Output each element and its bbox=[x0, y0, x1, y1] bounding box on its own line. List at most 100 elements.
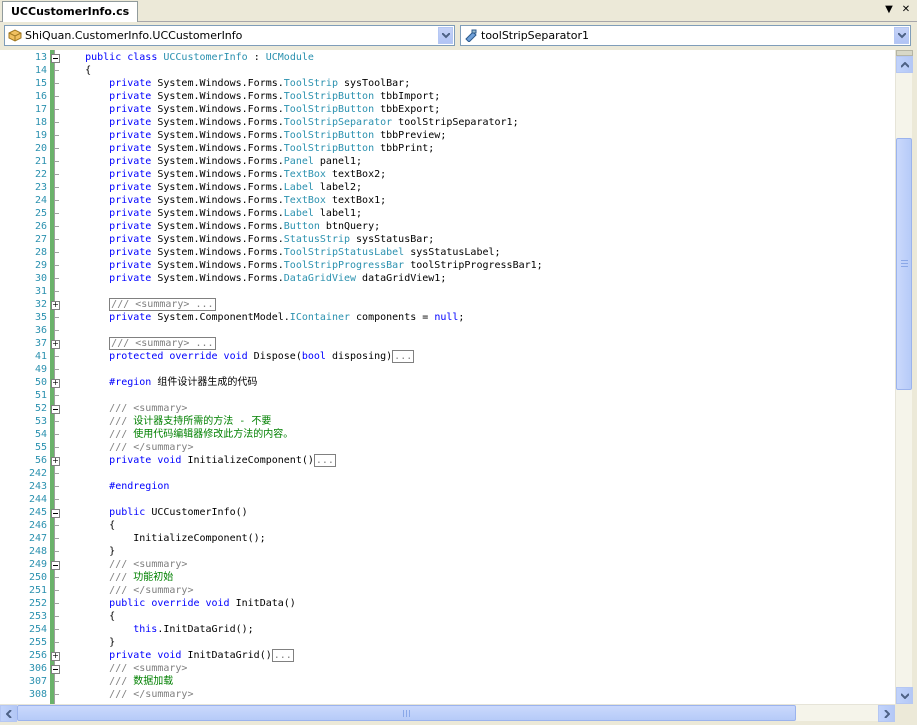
scroll-up-button[interactable] bbox=[896, 56, 913, 73]
document-tab[interactable]: UCCustomerInfo.cs bbox=[2, 1, 139, 22]
code-line[interactable]: 18 private System.Windows.Forms.ToolStri… bbox=[0, 116, 895, 129]
code-line[interactable]: 19 private System.Windows.Forms.ToolStri… bbox=[0, 129, 895, 142]
code-line[interactable]: 245 public UCCustomerInfo() bbox=[0, 506, 895, 519]
line-number: 247 bbox=[28, 533, 47, 544]
code-line[interactable]: 252 public override void InitData() bbox=[0, 597, 895, 610]
expand-outline-icon[interactable]: + bbox=[51, 301, 60, 310]
code-token: Button bbox=[283, 221, 320, 232]
outline-tick bbox=[55, 174, 59, 175]
scroll-left-button[interactable] bbox=[0, 705, 17, 722]
expand-outline-icon[interactable]: + bbox=[51, 379, 60, 388]
code-line[interactable]: 247 InitializeComponent(); bbox=[0, 532, 895, 545]
code-line[interactable]: 26 private System.Windows.Forms.Button b… bbox=[0, 220, 895, 233]
code-token: private bbox=[109, 195, 158, 206]
horizontal-scroll-thumb[interactable] bbox=[17, 705, 796, 721]
code-line[interactable]: 242 bbox=[0, 467, 895, 480]
code-text: /// <summary> bbox=[61, 662, 187, 675]
collapse-outline-icon[interactable] bbox=[51, 665, 60, 674]
code-line[interactable]: 248 } bbox=[0, 545, 895, 558]
code-line[interactable]: 29 private System.Windows.Forms.ToolStri… bbox=[0, 259, 895, 272]
outline-tick bbox=[55, 603, 59, 604]
code-line[interactable]: 14 { bbox=[0, 64, 895, 77]
collapsed-region-marker[interactable]: ... bbox=[313, 454, 336, 467]
code-line[interactable]: 25 private System.Windows.Forms.Label la… bbox=[0, 207, 895, 220]
code-line[interactable]: 249 /// <summary> bbox=[0, 558, 895, 571]
code-line[interactable]: 13 public class UCCustomerInfo : UCModul… bbox=[0, 51, 895, 64]
code-line[interactable]: 30 private System.Windows.Forms.DataGrid… bbox=[0, 272, 895, 285]
expand-outline-icon[interactable]: + bbox=[51, 652, 60, 661]
code-line[interactable]: 246 { bbox=[0, 519, 895, 532]
outline-tick bbox=[55, 330, 59, 331]
code-line[interactable]: 253 { bbox=[0, 610, 895, 623]
collapse-outline-icon[interactable] bbox=[51, 405, 60, 414]
code-text: { bbox=[61, 610, 115, 623]
code-line[interactable]: 54 /// 使用代码编辑器修改此方法的内容。 bbox=[0, 428, 895, 441]
code-line[interactable]: 23 private System.Windows.Forms.Label la… bbox=[0, 181, 895, 194]
code-line[interactable]: 24 private System.Windows.Forms.TextBox … bbox=[0, 194, 895, 207]
code-line[interactable]: 307 /// 数据加载 bbox=[0, 675, 895, 688]
code-token: { bbox=[61, 520, 116, 531]
expand-outline-icon[interactable]: + bbox=[51, 340, 60, 349]
code-line[interactable]: 55 /// </summary> bbox=[0, 441, 895, 454]
tab-list-dropdown-icon[interactable]: ▼ bbox=[882, 3, 896, 17]
collapse-outline-icon[interactable] bbox=[51, 54, 60, 63]
expand-outline-icon[interactable]: + bbox=[51, 457, 60, 466]
code-line[interactable]: 41 protected override void Dispose(bool … bbox=[0, 350, 895, 363]
code-token: private bbox=[109, 182, 158, 193]
collapse-outline-icon[interactable] bbox=[51, 561, 60, 570]
outline-tick bbox=[55, 473, 59, 474]
member-combo[interactable]: toolStripSeparator1 bbox=[460, 25, 911, 46]
code-line[interactable]: 21 private System.Windows.Forms.Panel pa… bbox=[0, 155, 895, 168]
code-line[interactable]: 35 private System.ComponentModel.IContai… bbox=[0, 311, 895, 324]
code-line[interactable]: 51 bbox=[0, 389, 895, 402]
vertical-scroll-thumb[interactable] bbox=[896, 138, 912, 390]
code-line[interactable]: 36 bbox=[0, 324, 895, 337]
scroll-down-button[interactable] bbox=[896, 687, 913, 704]
code-line[interactable]: 255 } bbox=[0, 636, 895, 649]
code-line[interactable]: 50 #region 组件设计器生成的代码 bbox=[0, 376, 895, 389]
code-line[interactable]: 244 bbox=[0, 493, 895, 506]
code-line[interactable]: 56 private void InitializeComponent()... bbox=[0, 454, 895, 467]
collapse-outline-icon[interactable] bbox=[51, 509, 60, 518]
code-line[interactable]: 32 /// <summary> ... bbox=[0, 298, 895, 311]
code-token: System.Windows.Forms. bbox=[157, 195, 284, 206]
code-line[interactable]: 28 private System.Windows.Forms.ToolStri… bbox=[0, 246, 895, 259]
code-token: /// <summary> bbox=[109, 559, 188, 570]
code-token: protected override void bbox=[109, 351, 254, 362]
code-line[interactable]: 53 /// 设计器支持所需的方法 - 不要 bbox=[0, 415, 895, 428]
code-line[interactable]: 20 private System.Windows.Forms.ToolStri… bbox=[0, 142, 895, 155]
collapsed-region-marker[interactable]: ... bbox=[271, 649, 294, 662]
code-line[interactable]: 49 bbox=[0, 363, 895, 376]
code-line[interactable]: 308 /// </summary> bbox=[0, 688, 895, 701]
outline-tick bbox=[55, 629, 59, 630]
code-line[interactable]: 250 /// 功能初始 bbox=[0, 571, 895, 584]
code-line[interactable]: 15 private System.Windows.Forms.ToolStri… bbox=[0, 77, 895, 90]
code-line[interactable]: 52 /// <summary> bbox=[0, 402, 895, 415]
code-line[interactable]: 16 private System.Windows.Forms.ToolStri… bbox=[0, 90, 895, 103]
code-line[interactable]: 251 /// </summary> bbox=[0, 584, 895, 597]
code-editor[interactable]: 13 public class UCCustomerInfo : UCModul… bbox=[0, 50, 895, 704]
code-line[interactable]: 31 bbox=[0, 285, 895, 298]
collapsed-region-marker[interactable]: /// <summary> ... bbox=[109, 298, 216, 311]
member-combo-chevron-down-icon[interactable] bbox=[894, 27, 909, 44]
close-icon[interactable]: ✕ bbox=[899, 3, 913, 17]
code-line[interactable]: 243 #endregion bbox=[0, 480, 895, 493]
vertical-scrollbar[interactable] bbox=[895, 50, 913, 704]
class-combo[interactable]: ShiQuan.CustomerInfo.UCCustomerInfo bbox=[4, 25, 455, 46]
code-line[interactable]: 22 private System.Windows.Forms.TextBox … bbox=[0, 168, 895, 181]
collapsed-region-marker[interactable]: ... bbox=[392, 350, 415, 363]
code-line[interactable]: 17 private System.Windows.Forms.ToolStri… bbox=[0, 103, 895, 116]
scroll-right-button[interactable] bbox=[878, 705, 895, 722]
code-line[interactable]: 37 /// <summary> ... bbox=[0, 337, 895, 350]
code-line[interactable]: 256 private void InitDataGrid()... bbox=[0, 649, 895, 662]
code-line[interactable]: 27 private System.Windows.Forms.StatusSt… bbox=[0, 233, 895, 246]
class-combo-chevron-down-icon[interactable] bbox=[438, 27, 453, 44]
horizontal-scrollbar[interactable] bbox=[0, 704, 895, 722]
code-text: private System.Windows.Forms.Label label… bbox=[61, 181, 362, 194]
collapsed-region-marker[interactable]: /// <summary> ... bbox=[109, 337, 216, 350]
code-line[interactable]: 254 this.InitDataGrid(); bbox=[0, 623, 895, 636]
code-line[interactable]: 306 /// <summary> bbox=[0, 662, 895, 675]
outline-tick bbox=[55, 616, 59, 617]
